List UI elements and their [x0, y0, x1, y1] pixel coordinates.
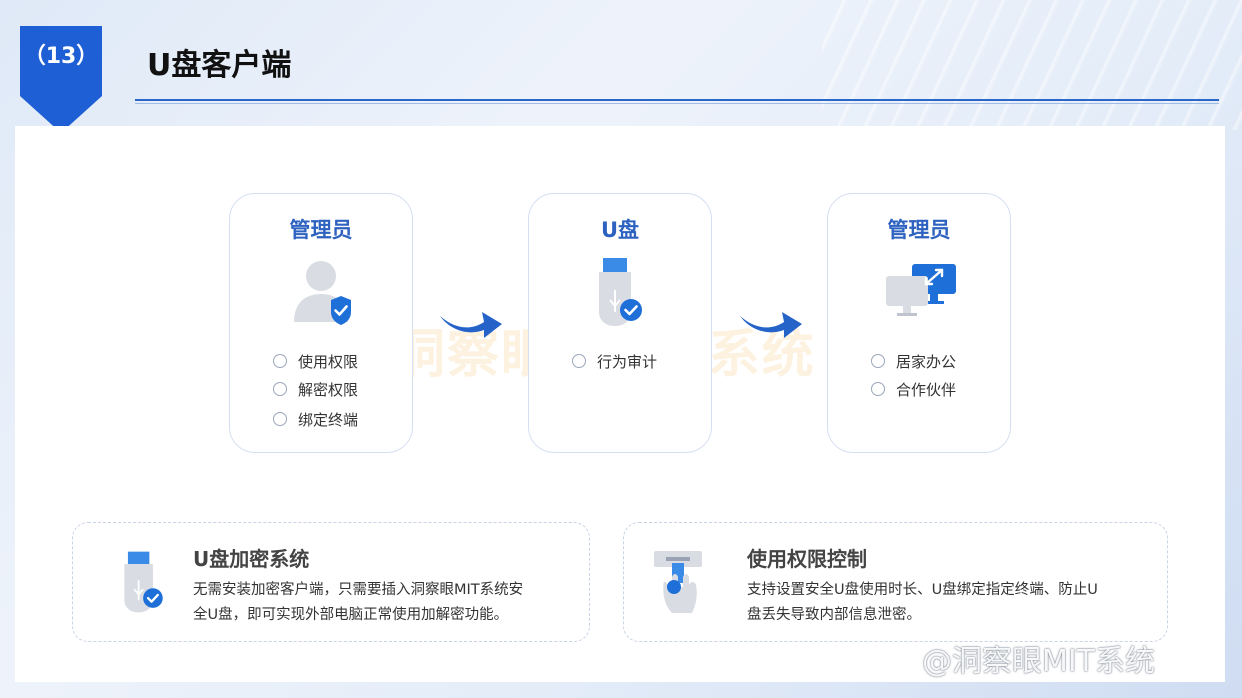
- option-label: 绑定终端: [298, 410, 359, 429]
- card-admin-remote: 管理员 居家办公 合作伙伴: [827, 193, 1011, 453]
- feature-description: 无需安装加密客户端，只需要插入洞察眼MIT系统安 全U盘，即可实现外部电脑正常使…: [193, 578, 523, 628]
- feature-desc-line: 全U盘，即可实现外部电脑正常使用加解密功能。: [193, 607, 509, 623]
- radio-circle-icon: [572, 354, 586, 368]
- feature-permission-control: 使用权限控制 支持设置安全U盘使用时长、U盘绑定指定终端、防止U 盘丢失导致内部…: [623, 522, 1168, 642]
- feature-description: 支持设置安全U盘使用时长、U盘绑定指定终端、防止U 盘丢失导致内部信息泄密。: [747, 578, 1098, 628]
- feature-usb-encryption: U盘加密系统 无需安装加密客户端，只需要插入洞察眼MIT系统安 全U盘，即可实现…: [72, 522, 590, 642]
- feature-title: 使用权限控制: [747, 547, 867, 571]
- option-label: 居家办公: [896, 352, 957, 371]
- card-title: 管理员: [289, 218, 353, 242]
- title-divider: [135, 99, 1219, 101]
- monitors-connect-icon: [886, 264, 956, 316]
- card-admin-permissions: 管理员 使用权限 解密权限 绑定终端: [229, 193, 413, 453]
- feature-desc-line: 支持设置安全U盘使用时长、U盘绑定指定终端、防止U: [747, 582, 1098, 598]
- background-stripes: [822, 0, 1242, 130]
- card-usb-drive: U盘 行为审计: [528, 193, 712, 453]
- option-label: 行为审计: [597, 352, 658, 371]
- feature-desc-line: 盘丢失导致内部信息泄密。: [747, 607, 921, 623]
- badge-label: （13）: [23, 44, 99, 69]
- radio-circle-icon: [273, 412, 287, 426]
- section-number-badge: （13）: [20, 26, 102, 133]
- page-title: U盘客户端: [147, 48, 292, 83]
- radio-circle-icon: [273, 382, 287, 396]
- card-title: U盘: [600, 218, 640, 242]
- source-credit: @洞察眼MIT系统: [922, 644, 1156, 679]
- title-divider-thin: [135, 103, 1219, 104]
- feature-desc-line: 无需安装加密客户端，只需要插入洞察眼MIT系统安: [193, 582, 524, 598]
- hand-insert-usb-icon: [654, 551, 702, 613]
- option-label: 合作伙伴: [896, 380, 957, 399]
- usb-drive-check-icon: [124, 551, 163, 613]
- feature-title: U盘加密系统: [193, 547, 310, 571]
- option-behavior-audit: 行为审计: [572, 349, 657, 373]
- radio-circle-icon: [273, 354, 287, 368]
- usb-drive-check-icon: [599, 258, 642, 326]
- radio-circle-icon: [871, 382, 885, 396]
- option-label: 解密权限: [298, 380, 359, 399]
- option-usage-permission: 使用权限: [273, 349, 358, 373]
- card-title: 管理员: [887, 218, 951, 242]
- option-bind-terminal: 绑定终端: [273, 407, 358, 431]
- radio-circle-icon: [871, 354, 885, 368]
- option-decrypt-permission: 解密权限: [273, 377, 358, 401]
- flow-arrow-icon: [740, 312, 802, 338]
- flow-arrow-icon: [440, 312, 502, 338]
- option-partners: 合作伙伴: [871, 377, 956, 401]
- admin-shield-icon: [294, 261, 351, 325]
- option-home-office: 居家办公: [871, 349, 956, 373]
- option-label: 使用权限: [298, 352, 359, 371]
